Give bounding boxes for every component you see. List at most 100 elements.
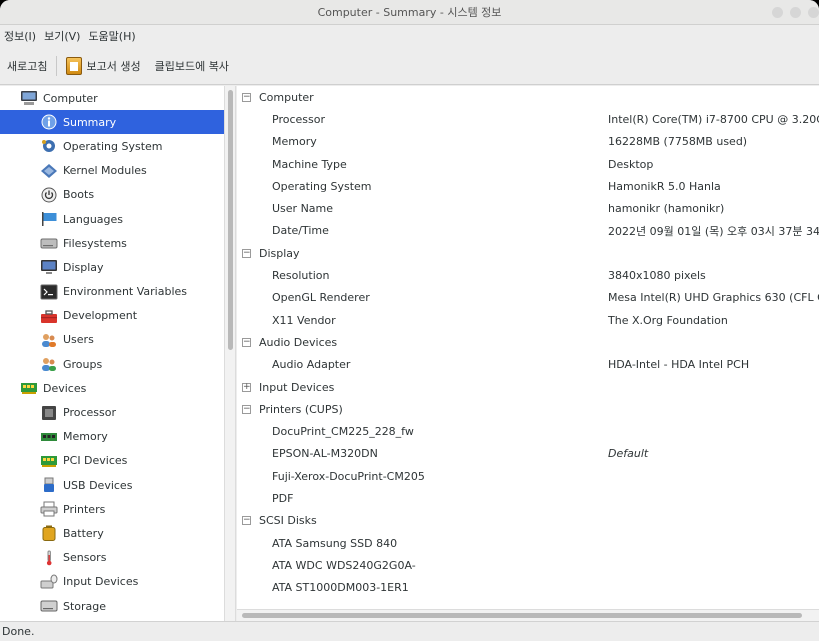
sidebar-item-languages[interactable]: Languages <box>0 207 224 231</box>
title-bar[interactable]: Computer - Summary - 시스템 정보 <box>0 0 819 25</box>
users-icon <box>40 332 58 348</box>
details-item-row[interactable]: ATA ST1000DM003-1ER1 <box>237 577 819 599</box>
field-label: OpenGL Renderer <box>272 291 370 305</box>
sidebar-tree[interactable]: Computer Summary Operating System Kernel Mo… <box>0 86 224 621</box>
sidebar-item-label: Input Devices <box>63 575 139 589</box>
sidebar-item-usb-devices[interactable]: USB Devices <box>0 473 224 497</box>
details-group-row[interactable]: − Printers (CUPS) <box>237 398 819 420</box>
sidebar-item-environment-variables[interactable]: Environment Variables <box>0 280 224 304</box>
details-group-row[interactable]: − SCSI Disks <box>237 510 819 532</box>
os-gear-icon <box>40 138 58 154</box>
menu-help[interactable]: 도움말(H) <box>84 28 139 44</box>
details-scroll-thumb[interactable] <box>242 613 802 618</box>
sidebar-item-memory[interactable]: Memory <box>0 425 224 449</box>
sidebar-item-development[interactable]: Development <box>0 304 224 328</box>
details-item-row[interactable]: Processor Intel(R) Core(TM) i7-8700 CPU @… <box>237 108 819 130</box>
field-label: EPSON-AL-M320DN <box>272 447 378 461</box>
generate-report-button[interactable]: 보고서 생성 <box>59 56 147 75</box>
details-item-row[interactable]: OpenGL Renderer Mesa Intel(R) UHD Graphic… <box>237 287 819 309</box>
minimize-button[interactable] <box>772 7 783 18</box>
sidebar-item-sensors[interactable]: Sensors <box>0 546 224 570</box>
status-text: Done. <box>2 625 35 638</box>
sidebar-item-label: Groups <box>63 357 103 371</box>
computer-icon <box>20 90 38 106</box>
details-horizontal-scrollbar[interactable] <box>237 609 819 621</box>
maximize-button[interactable] <box>790 7 801 18</box>
menu-info[interactable]: 정보(I) <box>0 28 40 44</box>
sidebar-item-boots[interactable]: Boots <box>0 183 224 207</box>
sidebar-item-summary[interactable]: Summary <box>0 110 224 135</box>
details-item-row[interactable]: Date/Time 2022년 09월 01일 (목) 오후 03시 37분 34… <box>237 220 819 242</box>
storage-icon <box>40 598 58 614</box>
sidebar-item-label: Users <box>63 333 94 347</box>
details-item-row[interactable]: ATA Samsung SSD 840 <box>237 532 819 554</box>
field-label: Operating System <box>272 179 372 193</box>
collapse-icon[interactable]: − <box>242 404 251 414</box>
details-item-row[interactable]: User Name hamonikr (hamonikr) <box>237 197 819 219</box>
sidebar-item-label: Kernel Modules <box>63 164 147 178</box>
sidebar-item-label: Sensors <box>63 551 107 565</box>
sidebar-item-groups[interactable]: Groups <box>0 352 224 376</box>
field-label: User Name <box>272 202 334 216</box>
details-item-row[interactable]: PDF <box>237 487 819 509</box>
power-icon <box>40 187 58 203</box>
details-group-row[interactable]: − Computer <box>237 86 819 108</box>
sidebar-item-display[interactable]: Display <box>0 255 224 279</box>
sidebar-item-computer[interactable]: Computer <box>0 86 224 110</box>
sidebar-item-printers[interactable]: Printers <box>0 497 224 521</box>
input-devices-icon <box>40 574 58 590</box>
info-icon <box>40 114 58 130</box>
field-label: PDF <box>272 491 294 505</box>
field-label: Machine Type <box>272 157 347 171</box>
details-item-row[interactable]: Machine Type Desktop <box>237 153 819 175</box>
collapse-icon[interactable]: − <box>242 248 251 258</box>
pci-icon <box>40 453 58 469</box>
sidebar-scrollbar[interactable] <box>224 86 236 621</box>
copy-to-clipboard-button[interactable]: 클립보드에 복사 <box>148 58 236 74</box>
field-label: Fuji-Xerox-DocuPrint-CM205 <box>272 469 425 483</box>
details-item-row[interactable]: Audio Adapter HDA-Intel - HDA Intel PCH <box>237 354 819 376</box>
sidebar-scroll-thumb[interactable] <box>228 90 233 350</box>
collapse-icon[interactable]: − <box>242 337 251 347</box>
sidebar-item-processor[interactable]: Processor <box>0 400 224 424</box>
field-label: DocuPrint_CM225_228_fw <box>272 425 414 439</box>
details-group-row[interactable]: + Input Devices <box>237 376 819 398</box>
sidebar-item-pci-devices[interactable]: PCI Devices <box>0 449 224 473</box>
sidebar-item-storage[interactable]: Storage <box>0 594 224 618</box>
details-item-row[interactable]: Operating System HamonikR 5.0 Hanla <box>237 175 819 197</box>
details-group-row[interactable]: − Audio Devices <box>237 331 819 353</box>
close-button[interactable] <box>808 7 819 18</box>
field-label: Date/Time <box>272 224 329 238</box>
field-value: Mesa Intel(R) UHD Graphics 630 (CFL GT2) <box>608 291 819 305</box>
details-item-row[interactable]: Memory 16228MB (7758MB used) <box>237 131 819 153</box>
collapse-icon[interactable]: − <box>242 516 251 526</box>
sidebar-item-filesystems[interactable]: Filesystems <box>0 231 224 255</box>
printer-icon <box>40 501 58 517</box>
thermometer-icon <box>40 550 58 566</box>
copy-label: 클립보드에 복사 <box>154 59 229 73</box>
sidebar-item-users[interactable]: Users <box>0 328 224 352</box>
pci-card-icon <box>20 380 38 396</box>
details-group-row[interactable]: − Display <box>237 242 819 264</box>
field-value: Default <box>608 447 649 461</box>
details-panel[interactable]: − Computer Processor Intel(R) Core(TM) i7-8… <box>237 86 819 621</box>
menu-view[interactable]: 보기(V) <box>40 28 84 44</box>
details-item-row[interactable]: ATA WDC WDS240G2G0A- <box>237 554 819 576</box>
sidebar-item-label: Printers <box>63 502 106 516</box>
details-item-row[interactable]: EPSON-AL-M320DN Default <box>237 443 819 465</box>
sidebar-item-input-devices[interactable]: Input Devices <box>0 570 224 594</box>
field-label: Processor <box>272 112 325 126</box>
sidebar-item-label: Devices <box>43 381 87 395</box>
details-item-row[interactable]: Fuji-Xerox-DocuPrint-CM205 <box>237 465 819 487</box>
details-item-row[interactable]: DocuPrint_CM225_228_fw <box>237 420 819 442</box>
sidebar-item-kernel-modules[interactable]: Kernel Modules <box>0 159 224 183</box>
expand-icon[interactable]: + <box>242 382 251 392</box>
sidebar-item-label: Environment Variables <box>63 285 188 299</box>
details-item-row[interactable]: Resolution 3840x1080 pixels <box>237 264 819 286</box>
details-item-row[interactable]: X11 Vendor The X.Org Foundation <box>237 309 819 331</box>
sidebar-item-devices[interactable]: Devices <box>0 376 224 400</box>
collapse-icon[interactable]: − <box>242 92 251 102</box>
sidebar-item-battery[interactable]: Battery <box>0 521 224 545</box>
refresh-button[interactable]: 새로고침 <box>0 58 54 74</box>
sidebar-item-operating-system[interactable]: Operating System <box>0 134 224 158</box>
